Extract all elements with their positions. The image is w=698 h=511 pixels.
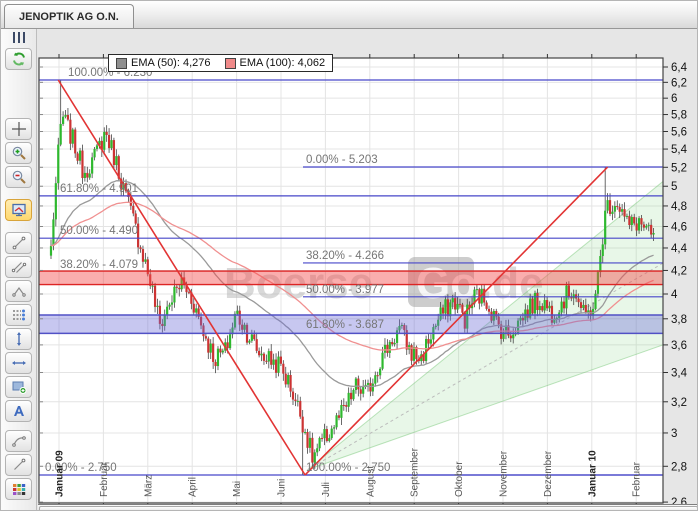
legend-item-ema100: EMA (100): 4,062 bbox=[224, 57, 326, 69]
chart-panel: BoerseGo.de100.00% - 6.23061.80% - 4.901… bbox=[38, 29, 698, 510]
svg-text:61.80% - 3.687: 61.80% - 3.687 bbox=[306, 319, 384, 331]
svg-text:50.00% - 4.490: 50.00% - 4.490 bbox=[60, 225, 138, 237]
text-icon bbox=[13, 406, 24, 416]
curve-button[interactable] bbox=[5, 430, 32, 452]
svg-text:61.80% - 4.901: 61.80% - 4.901 bbox=[60, 183, 138, 195]
y-axis-label: 5,4 bbox=[671, 144, 688, 156]
palette-icon bbox=[12, 484, 25, 495]
y-axis-label: 5,8 bbox=[671, 110, 687, 122]
y-axis-label: 2,8 bbox=[671, 461, 687, 473]
y-axis-label: 4,2 bbox=[671, 265, 687, 277]
x-axis-label: Dezember bbox=[543, 450, 554, 497]
text-button[interactable] bbox=[5, 400, 32, 422]
legend-item-ema50: EMA (50): 4,276 bbox=[116, 57, 211, 69]
y-axis-label: 3,2 bbox=[671, 397, 687, 409]
trendline-icon bbox=[12, 236, 25, 250]
y-axis-label: 5,6 bbox=[671, 126, 687, 138]
zoom-in-icon bbox=[12, 146, 26, 160]
x-axis-label: August bbox=[365, 466, 376, 497]
angle-button[interactable] bbox=[5, 280, 32, 302]
y-axis-label: 4,8 bbox=[671, 201, 687, 213]
svg-text:38.20% - 4.266: 38.20% - 4.266 bbox=[306, 250, 384, 262]
y-axis-label: 4,6 bbox=[671, 222, 687, 234]
horizontal-line-icon bbox=[11, 361, 26, 365]
horizontal-scrollbar[interactable] bbox=[38, 504, 697, 510]
fibonacci-button[interactable] bbox=[5, 304, 32, 326]
y-axis-label: 4,4 bbox=[671, 243, 688, 255]
x-axis-label: Mai bbox=[232, 481, 243, 497]
crosshair-icon bbox=[11, 122, 26, 136]
y-axis-label: 5 bbox=[671, 181, 677, 193]
angle-icon bbox=[11, 286, 26, 297]
ema50-swatch bbox=[116, 57, 127, 69]
y-axis-label: 3,6 bbox=[671, 340, 687, 352]
zoom-out-button[interactable] bbox=[5, 166, 32, 188]
y-axis-label: 6,2 bbox=[671, 77, 687, 89]
fib-zone bbox=[39, 271, 663, 285]
svg-text:38.20% - 4.079: 38.20% - 4.079 bbox=[60, 259, 138, 271]
horizontal-line-button[interactable] bbox=[5, 352, 32, 374]
ray-button[interactable] bbox=[5, 454, 32, 476]
refresh-button[interactable] bbox=[5, 48, 32, 70]
y-axis-label: 5,2 bbox=[671, 162, 687, 174]
crosshair-button[interactable] bbox=[5, 118, 32, 140]
tab-bar: JENOPTIK AG O.N. bbox=[1, 1, 697, 29]
x-axis-label: Februar bbox=[99, 461, 110, 497]
ema100-swatch bbox=[224, 57, 236, 69]
x-axis-label: Februar bbox=[632, 461, 643, 497]
x-axis-label: Oktober bbox=[454, 461, 465, 497]
x-axis-label: Januar 10 bbox=[587, 450, 598, 497]
curve-icon bbox=[11, 436, 26, 447]
svg-text:100.00% - 2.750: 100.00% - 2.750 bbox=[306, 462, 390, 474]
svg-text:0.00% - 5.203: 0.00% - 5.203 bbox=[306, 154, 378, 166]
drawing-toolbar bbox=[1, 29, 37, 510]
y-axis-label: 6,4 bbox=[671, 62, 688, 74]
rectangle-icon bbox=[12, 381, 26, 394]
toolbar-grip-icon[interactable] bbox=[9, 32, 29, 44]
parallel-channel-icon bbox=[11, 262, 26, 273]
legend-ema100-label: EMA (100): 4,062 bbox=[239, 57, 326, 69]
palette-button[interactable] bbox=[5, 478, 32, 500]
y-axis-label: 4 bbox=[671, 289, 678, 301]
tab-jenoptik[interactable]: JENOPTIK AG O.N. bbox=[4, 4, 134, 28]
x-axis-label: April bbox=[188, 477, 199, 497]
x-axis-label: November bbox=[499, 450, 510, 497]
y-axis-label: 3 bbox=[671, 428, 677, 440]
x-axis-label: September bbox=[410, 447, 421, 497]
fibonacci-icon bbox=[12, 309, 25, 321]
y-axis-label: 3,8 bbox=[671, 314, 687, 326]
x-axis-label: Juni bbox=[277, 479, 288, 497]
app-window: JENOPTIK AG O.N. 100.00% - 6.230 61.80% … bbox=[0, 0, 698, 511]
x-axis-label: März bbox=[143, 475, 154, 497]
y-axis-label: 3,4 bbox=[671, 368, 688, 380]
chart-legend: EMA (50): 4,276 EMA (100): 4,062 bbox=[108, 54, 334, 72]
chart-mode-button[interactable] bbox=[5, 199, 32, 221]
ray-icon bbox=[13, 458, 25, 470]
refresh-icon bbox=[12, 52, 25, 66]
vertical-line-icon bbox=[16, 332, 21, 346]
svg-text:50.00% - 3.977: 50.00% - 3.977 bbox=[306, 284, 384, 296]
trendline-button[interactable] bbox=[5, 232, 32, 254]
scrollbar-thumb[interactable] bbox=[39, 506, 697, 510]
tab-title: JENOPTIK AG O.N. bbox=[19, 10, 119, 23]
chart-mode-icon bbox=[11, 203, 26, 217]
zoom-in-button[interactable] bbox=[5, 142, 32, 164]
legend-ema50-label: EMA (50): 4,276 bbox=[131, 57, 211, 69]
x-axis-label: Januar 09 bbox=[55, 450, 66, 497]
zoom-out-icon bbox=[12, 170, 26, 184]
x-axis-label: Juli bbox=[321, 482, 332, 497]
y-axis-label: 6 bbox=[671, 93, 677, 105]
parallel-channel-button[interactable] bbox=[5, 256, 32, 278]
rectangle-button[interactable] bbox=[5, 376, 32, 398]
vertical-line-button[interactable] bbox=[5, 328, 32, 350]
price-chart[interactable]: BoerseGo.de100.00% - 6.23061.80% - 4.901… bbox=[38, 30, 698, 505]
